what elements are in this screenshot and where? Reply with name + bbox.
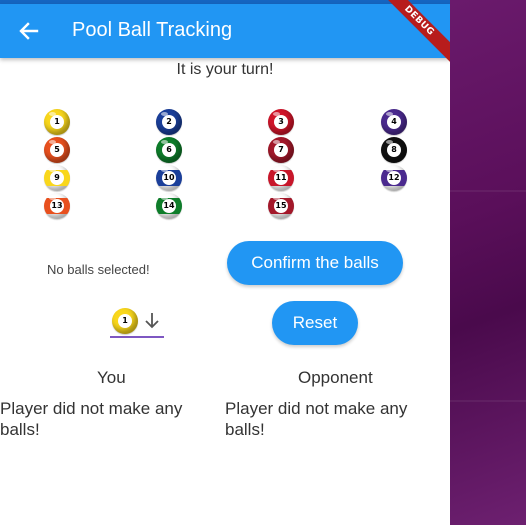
selection-status: No balls selected! [47,262,150,277]
ball-number: 8 [387,143,401,157]
you-result: Player did not make any balls! [0,399,183,439]
pool-ball-2[interactable]: 2 [156,109,182,135]
pool-ball-10[interactable]: 10 [156,165,182,191]
pool-ball-8[interactable]: 8 [381,137,407,163]
page-title: Pool Ball Tracking [72,19,233,41]
ball-number: 10 [162,171,176,185]
ball-number: 5 [50,143,64,157]
pool-ball-12[interactable]: 12 [381,165,407,191]
ball-number: 15 [274,199,288,213]
opponent-result: Player did not make any balls! [225,399,408,439]
arrow-down-icon [145,313,159,329]
app-window: Pool Ball Tracking DEBUG It is your turn… [0,0,450,525]
opponent-label: Opponent [298,368,373,387]
selected-ball-icon: 1 [112,308,138,334]
ball-number: 3 [274,115,288,129]
pool-ball-4[interactable]: 4 [381,109,407,135]
reset-button[interactable]: Reset [272,301,358,345]
ball-number: 1 [50,115,64,129]
confirm-balls-button[interactable]: Confirm the balls [227,241,403,285]
ball-number: 14 [162,199,176,213]
pool-ball-15[interactable]: 15 [268,193,294,219]
pool-ball-5[interactable]: 5 [44,137,70,163]
turn-indicator: It is your turn! [176,61,274,78]
ball-number: 9 [50,171,64,185]
dropdown-underline [110,336,164,338]
ball-number: 2 [162,115,176,129]
pool-ball-13[interactable]: 13 [44,193,70,219]
arrow-left-icon [19,22,39,40]
ball-number: 11 [274,171,288,185]
desktop-background [450,0,526,525]
ball-number: 13 [50,199,64,213]
pool-ball-3[interactable]: 3 [268,109,294,135]
ball-number: 7 [274,143,288,157]
app-bar: Pool Ball Tracking [0,4,450,58]
ball-dropdown[interactable]: 1 [110,308,164,338]
back-button[interactable] [10,12,48,50]
pool-ball-1[interactable]: 1 [44,109,70,135]
ball-number: 12 [387,171,401,185]
ball-number: 6 [162,143,176,157]
pool-ball-7[interactable]: 7 [268,137,294,163]
pool-ball-11[interactable]: 11 [268,165,294,191]
pool-ball-9[interactable]: 9 [44,165,70,191]
pool-ball-14[interactable]: 14 [156,193,182,219]
pool-ball-6[interactable]: 6 [156,137,182,163]
ball-number: 4 [387,115,401,129]
you-label: You [97,368,126,387]
